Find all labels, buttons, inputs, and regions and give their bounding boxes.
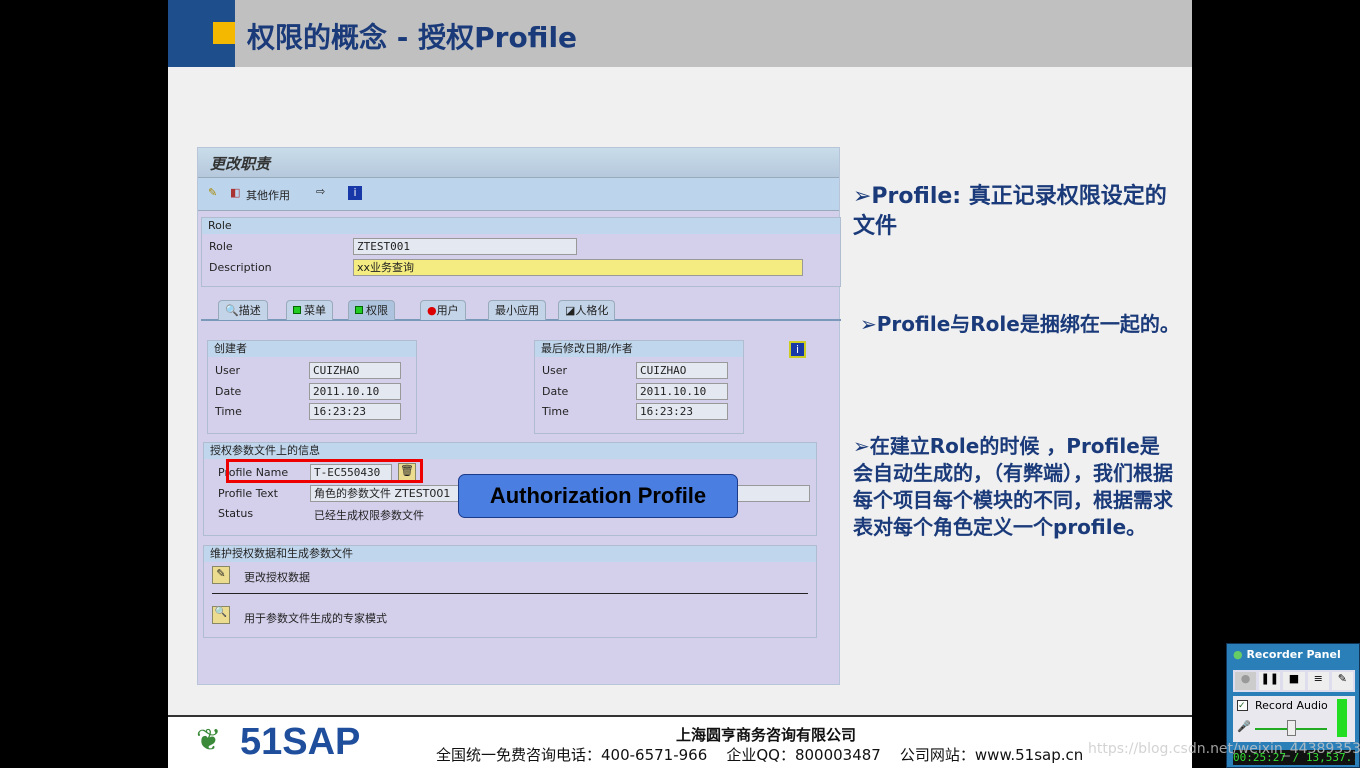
status-green-icon	[293, 306, 301, 314]
callout-authorization-profile: Authorization Profile	[458, 474, 738, 518]
status-red-icon: ●	[427, 304, 437, 317]
record-button[interactable]: ●	[1235, 672, 1257, 690]
user-field: CUIZHAO	[636, 362, 728, 379]
actions-icon[interactable]: ◧	[230, 186, 240, 199]
time-field: 16:23:23	[636, 403, 728, 420]
pause-button[interactable]: ❚❚	[1259, 672, 1281, 690]
group-header: 最后修改日期/作者	[535, 341, 743, 357]
info-icon[interactable]: i	[789, 341, 806, 358]
expert-mode-icon[interactable]: 🔍	[212, 606, 230, 624]
window-title: 更改职责	[210, 155, 271, 173]
role-input[interactable]: ZTEST001	[353, 238, 577, 255]
last-modified-group: 最后修改日期/作者 User CUIZHAO Date 2011.10.10 T…	[534, 340, 744, 434]
profile-text-label: Profile Text	[218, 487, 278, 500]
film-button[interactable]: ≡	[1307, 672, 1329, 690]
description-label: Description	[209, 261, 272, 274]
note-profile: ➢Profile: 真正记录权限设定的文件	[853, 184, 1167, 239]
recorder-title-text: Recorder Panel	[1246, 648, 1341, 661]
record-audio-checkbox[interactable]: ✓	[1237, 700, 1248, 711]
tab-label: 描述	[238, 304, 261, 317]
audio-level-meter	[1337, 699, 1347, 737]
creator-group: 创建者 User CUIZHAO Date 2011.10.10 Time 16…	[207, 340, 417, 434]
sap-toolbar: ✎ ◧ 其他作用 ⇨ i	[198, 178, 839, 211]
tab-label: 人格化	[575, 304, 609, 317]
group-header: 授权参数文件上的信息	[204, 443, 816, 459]
audio-box: ✓ Record Audio 🎤	[1233, 696, 1355, 742]
tab-label: 权限	[366, 304, 388, 317]
tab-label: 菜单	[304, 304, 326, 317]
slide: 权限的概念 - 授权Profile 更改职责 ✎ ◧ 其他作用 ⇨ i Role…	[168, 0, 1192, 768]
slide-header: 权限的概念 - 授权Profile	[168, 0, 1192, 67]
tab-authorization[interactable]: 权限	[348, 300, 395, 320]
maintain-group: 维护授权数据和生成参数文件 ✎ 更改授权数据 🔍 用于参数文件生成的专家模式	[203, 545, 817, 638]
date-field: 2011.10.10	[309, 383, 401, 400]
status-green-icon	[355, 306, 363, 314]
date-label: Date	[215, 385, 242, 398]
record-audio-label: Record Audio	[1255, 699, 1328, 712]
divider	[212, 593, 808, 594]
user-label: User	[215, 364, 241, 377]
tab-mini-apps[interactable]: 最小应用	[488, 300, 546, 320]
time-label: Time	[215, 405, 242, 418]
personalization-icon: ◪	[565, 304, 576, 317]
stop-button[interactable]: ■	[1283, 672, 1305, 690]
other-actions-button[interactable]: 其他作用	[246, 187, 290, 203]
search-icon: 🔍	[225, 304, 239, 317]
status-label: Status	[218, 507, 254, 520]
tab-label: 用户	[436, 304, 459, 317]
role-group: Role Role ZTEST001 Description xx业务查询	[201, 217, 841, 287]
tab-description[interactable]: 🔍描述	[218, 300, 268, 320]
sap-title-bar: 更改职责	[198, 148, 839, 178]
group-header: 创建者	[208, 341, 416, 357]
time-field: 16:23:23	[309, 403, 401, 420]
note-auto-generate: ➢在建立Role的时候 ，Profile是会自动生成的，（有弊端），我们根据每个…	[853, 434, 1173, 539]
tree-logo-icon: ❦	[196, 723, 222, 758]
change-auth-data-link[interactable]: 更改授权数据	[244, 569, 310, 585]
recorder-controls: ● ❚❚ ■ ≡ ✎	[1233, 670, 1355, 692]
company-name: 上海圆亨商务咨询有限公司	[676, 726, 857, 744]
company-logo: 51SAP	[240, 721, 361, 763]
transport-icon[interactable]: ⇨	[316, 185, 325, 198]
pencil-icon[interactable]: ✎	[212, 566, 230, 584]
volume-slider-thumb[interactable]	[1287, 720, 1296, 736]
status-value: 已经生成权限参数文件	[314, 509, 424, 522]
header-bullet	[213, 22, 235, 44]
date-field: 2011.10.10	[636, 383, 728, 400]
time-label: Time	[542, 405, 569, 418]
tab-menu[interactable]: 菜单	[286, 300, 333, 320]
user-field: CUIZHAO	[309, 362, 401, 379]
role-label: Role	[209, 240, 233, 253]
highlight-box	[226, 459, 423, 483]
edit-icon[interactable]: ✎	[208, 186, 217, 199]
group-header: 维护授权数据和生成参数文件	[204, 546, 816, 562]
tab-label: 最小应用	[495, 304, 539, 317]
tab-user[interactable]: ●用户	[420, 300, 466, 320]
slide-title: 权限的概念 - 授权Profile	[247, 21, 578, 54]
expert-mode-link[interactable]: 用于参数文件生成的专家模式	[244, 610, 387, 626]
recorder-title: ● Recorder Panel	[1233, 648, 1341, 661]
sap-screenshot: 更改职责 ✎ ◧ 其他作用 ⇨ i Role Role ZTEST001 Des…	[197, 147, 841, 685]
user-label: User	[542, 364, 568, 377]
watermark: https://blog.csdn.net/weixin_44389353	[1088, 741, 1360, 757]
contact-info: 全国统一免费咨询电话：400-6571-966 企业QQ：800003487 公…	[436, 746, 1084, 764]
tab-personalization[interactable]: ◪人格化	[558, 300, 616, 320]
microphone-icon: 🎤	[1237, 720, 1251, 733]
note-profile-role: ➢Profile与Role是捆绑在一起的。	[860, 312, 1180, 336]
date-label: Date	[542, 385, 569, 398]
info-icon[interactable]: i	[348, 186, 362, 200]
group-header: Role	[202, 218, 840, 234]
globe-icon: ●	[1233, 648, 1243, 661]
footer: ❦ 51SAP 上海圆亨商务咨询有限公司 全国统一免费咨询电话：400-6571…	[168, 715, 1192, 768]
highlighter-button[interactable]: ✎	[1331, 672, 1354, 690]
description-input[interactable]: xx业务查询	[353, 259, 803, 276]
